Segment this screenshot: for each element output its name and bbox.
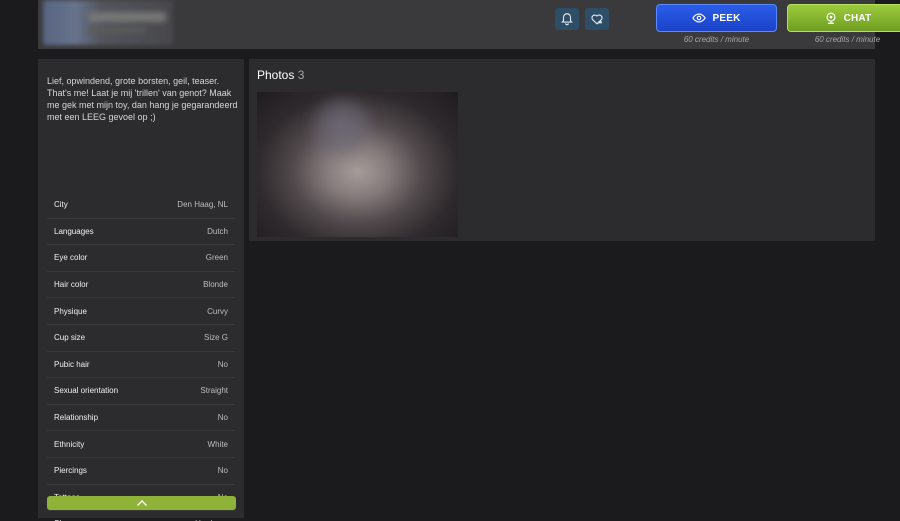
attribute-row: Hair color Blonde	[47, 272, 235, 299]
attribute-value: No	[217, 413, 228, 423]
attribute-value: Dutch	[207, 226, 228, 236]
attribute-value: Den Haag, NL	[177, 200, 228, 210]
attribute-row: Sexual orientation Straight	[47, 378, 235, 405]
eye-icon	[692, 13, 707, 23]
attribute-value: Curvy	[207, 306, 228, 316]
profile-header: PEEK 60 credits / minute CHAT 60 credits…	[38, 0, 900, 49]
photos-heading: Photos 3	[257, 68, 304, 82]
heart-chat-icon	[591, 14, 603, 25]
notification-button[interactable]	[555, 8, 579, 30]
attribute-row: Relationship No	[47, 405, 235, 432]
attribute-value: White	[207, 439, 228, 449]
webcam-icon	[826, 12, 836, 24]
bell-icon	[561, 13, 573, 26]
attribute-value: Straight	[200, 386, 228, 396]
attribute-key: Ethnicity	[54, 439, 85, 449]
attribute-key: Pubic hair	[54, 359, 90, 369]
collapse-button[interactable]	[47, 496, 236, 510]
peek-rate: 60 credits / minute	[683, 35, 750, 44]
attribute-row: ShowsHardcore	[47, 511, 235, 521]
peek-label: PEEK	[712, 12, 741, 24]
chat-rate: 60 credits / minute	[814, 35, 881, 44]
attribute-key: Relationship	[54, 413, 99, 423]
attribute-value: Green	[205, 253, 228, 263]
attribute-row: City Den Haag, NL	[47, 192, 235, 219]
attribute-value: Blonde	[203, 280, 228, 290]
attribute-key: Physique	[54, 306, 87, 316]
chat-label: CHAT	[843, 12, 872, 24]
chevron-up-icon	[136, 500, 147, 506]
attribute-key: Cup size	[54, 333, 86, 343]
profile-name-blurred	[88, 12, 166, 22]
attribute-row: Eye color Green	[47, 245, 235, 272]
avatar[interactable]	[43, 0, 173, 45]
attribute-row: Physique Curvy	[47, 298, 235, 325]
profile-details-panel: Lief, opwindend, grote borsten, geil, te…	[38, 59, 244, 521]
attribute-key: Sexual orientation	[54, 386, 119, 396]
peek-button[interactable]: PEEK	[656, 4, 777, 32]
photos-title: Photos	[257, 68, 295, 82]
attribute-row: Piercings No	[47, 458, 235, 485]
photos-count: 3	[297, 68, 305, 82]
attribute-key: Languages	[54, 226, 94, 236]
attribute-row: Pubic hair No	[47, 352, 235, 379]
attribute-value: Size G	[203, 333, 228, 343]
chat-button[interactable]: CHAT	[787, 4, 900, 32]
favorite-button[interactable]	[585, 8, 609, 30]
attribute-key: Hair color	[54, 280, 89, 290]
attribute-key: Eye color	[54, 253, 88, 263]
photos-panel: Photos 3	[249, 59, 875, 241]
attribute-key: City	[54, 200, 68, 210]
attribute-row: Cup size Size G	[47, 325, 235, 352]
attribute-row: Languages Dutch	[47, 219, 235, 246]
attribute-key: Piercings	[54, 466, 87, 476]
attribute-list: City Den Haag, NL Languages Dutch Eye color G…	[47, 192, 235, 521]
profile-status-blurred	[88, 27, 146, 33]
profile-bio: Lief, opwindend, grote borsten, geil, te…	[47, 76, 238, 122]
attribute-value: No	[217, 359, 228, 369]
attribute-row: Ethnicity White	[47, 431, 235, 458]
photo-thumbnail[interactable]	[257, 92, 458, 237]
attribute-value: No	[217, 466, 228, 476]
